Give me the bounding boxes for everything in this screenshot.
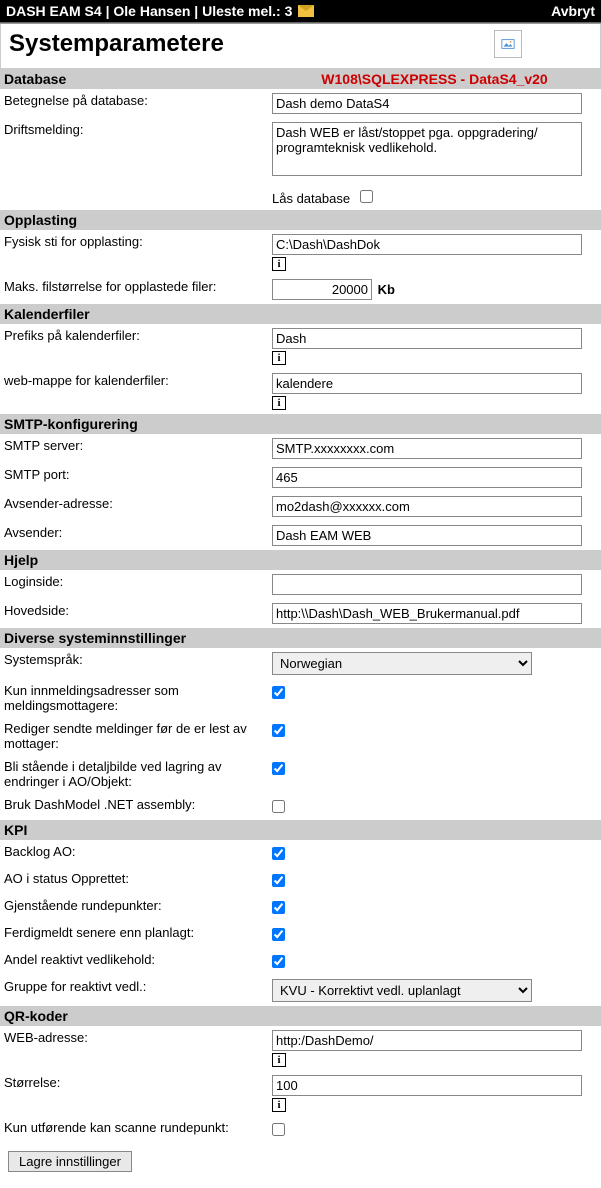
input-upload-path[interactable]	[272, 234, 582, 255]
label-upload-path: Fysisk sti for opplasting:	[0, 230, 268, 275]
input-qr-web[interactable]	[272, 1030, 582, 1051]
checkbox-kun-utforende[interactable]	[272, 1123, 285, 1136]
input-driftsmelding[interactable]	[272, 122, 582, 176]
label-loginside: Loginside:	[0, 570, 268, 599]
label-qr-web: WEB-adresse:	[0, 1026, 268, 1071]
label-backlog: Backlog AO:	[0, 840, 268, 867]
checkbox-bli-staende[interactable]	[272, 762, 285, 775]
label-ao-status: AO i status Opprettet:	[0, 867, 268, 894]
info-icon[interactable]: i	[272, 1053, 286, 1067]
label-smtp-port: SMTP port:	[0, 463, 268, 492]
label-qr-storrelse: Størrelse:	[0, 1071, 268, 1116]
label-smtp-server: SMTP server:	[0, 434, 268, 463]
topbar-text: DASH EAM S4 | Ole Hansen | Uleste mel.: …	[6, 3, 292, 19]
checkbox-lock-db[interactable]	[360, 190, 373, 203]
label-from-addr: Avsender-adresse:	[0, 492, 268, 521]
label-kun-innmeld: Kun innmeldingsadresser som meldingsmott…	[0, 679, 268, 717]
label-gruppe: Gruppe for reaktivt vedl.:	[0, 975, 268, 1006]
checkbox-andel[interactable]	[272, 955, 285, 968]
input-kalender-mappe[interactable]	[272, 373, 582, 394]
info-icon[interactable]: i	[272, 257, 286, 271]
label-andel: Andel reaktivt vedlikehold:	[0, 948, 268, 975]
label-kun-utforende: Kun utførende kan scanne rundepunkt:	[0, 1116, 268, 1143]
input-betegnelse[interactable]	[272, 93, 582, 114]
label-rediger-sendte: Rediger sendte meldinger før de er lest …	[0, 717, 268, 755]
page-title: Systemparametere	[9, 30, 224, 58]
select-systemsprak[interactable]: Norwegian	[272, 652, 532, 675]
checkbox-bruk-dashmodel[interactable]	[272, 800, 285, 813]
checkbox-ferdigmeldt[interactable]	[272, 928, 285, 941]
info-icon[interactable]: i	[272, 351, 286, 365]
checkbox-kun-innmeld[interactable]	[272, 686, 285, 699]
section-header-qr: QR-koder	[0, 1006, 601, 1026]
label-betegnelse: Betegnelse på database:	[0, 89, 268, 118]
database-server-value: W108\SQLEXPRESS - DataS4_v20	[272, 71, 597, 87]
label-kalender-prefiks: Prefiks på kalenderfiler:	[0, 324, 268, 369]
label-bruk-dashmodel: Bruk DashModel .NET assembly:	[0, 793, 268, 820]
label-ferdigmeldt: Ferdigmeldt senere enn planlagt:	[0, 921, 268, 948]
label-systemsprak: Systemspråk:	[0, 648, 268, 679]
input-loginside[interactable]	[272, 574, 582, 595]
top-bar: DASH EAM S4 | Ole Hansen | Uleste mel.: …	[0, 0, 601, 22]
checkbox-ao-status[interactable]	[272, 874, 285, 887]
section-header-smtp: SMTP-konfigurering	[0, 414, 601, 434]
checkbox-rediger-sendte[interactable]	[272, 724, 285, 737]
label-lock-db: Lås database	[272, 191, 350, 206]
input-hovedside[interactable]	[272, 603, 582, 624]
section-header-kalender: Kalenderfiler	[0, 304, 601, 324]
input-smtp-port[interactable]	[272, 467, 582, 488]
info-icon[interactable]: i	[272, 1098, 286, 1112]
image-placeholder-icon	[494, 30, 522, 58]
input-kalender-prefiks[interactable]	[272, 328, 582, 349]
label-max-filesize: Maks. filstørrelse for opplastede filer:	[0, 275, 268, 304]
label-from-name: Avsender:	[0, 521, 268, 550]
input-from-addr[interactable]	[272, 496, 582, 517]
label-bli-staende: Bli stående i detaljbilde ved lagring av…	[0, 755, 268, 793]
select-gruppe[interactable]: KVU - Korrektivt vedl. uplanlagt	[272, 979, 532, 1002]
input-smtp-server[interactable]	[272, 438, 582, 459]
input-max-filesize[interactable]	[272, 279, 372, 300]
label-hovedside: Hovedside:	[0, 599, 268, 628]
section-header-kpi: KPI	[0, 820, 601, 840]
label-gjenstaende: Gjenstående rundepunkter:	[0, 894, 268, 921]
input-from-name[interactable]	[272, 525, 582, 546]
save-button[interactable]: Lagre innstillinger	[8, 1151, 132, 1172]
info-icon[interactable]: i	[272, 396, 286, 410]
mail-icon[interactable]	[298, 5, 314, 17]
section-header-diverse: Diverse systeminnstillinger	[0, 628, 601, 648]
label-driftsmelding: Driftsmelding:	[0, 118, 268, 183]
checkbox-gjenstaende[interactable]	[272, 901, 285, 914]
label-kb: Kb	[378, 282, 395, 297]
input-qr-storrelse[interactable]	[272, 1075, 582, 1096]
section-header-database: Database W108\SQLEXPRESS - DataS4_v20	[0, 69, 601, 89]
checkbox-backlog[interactable]	[272, 847, 285, 860]
label-kalender-mappe: web-mappe for kalenderfiler:	[0, 369, 268, 414]
section-header-hjelp: Hjelp	[0, 550, 601, 570]
cancel-link[interactable]: Avbryt	[551, 3, 595, 19]
section-header-opplasting: Opplasting	[0, 210, 601, 230]
